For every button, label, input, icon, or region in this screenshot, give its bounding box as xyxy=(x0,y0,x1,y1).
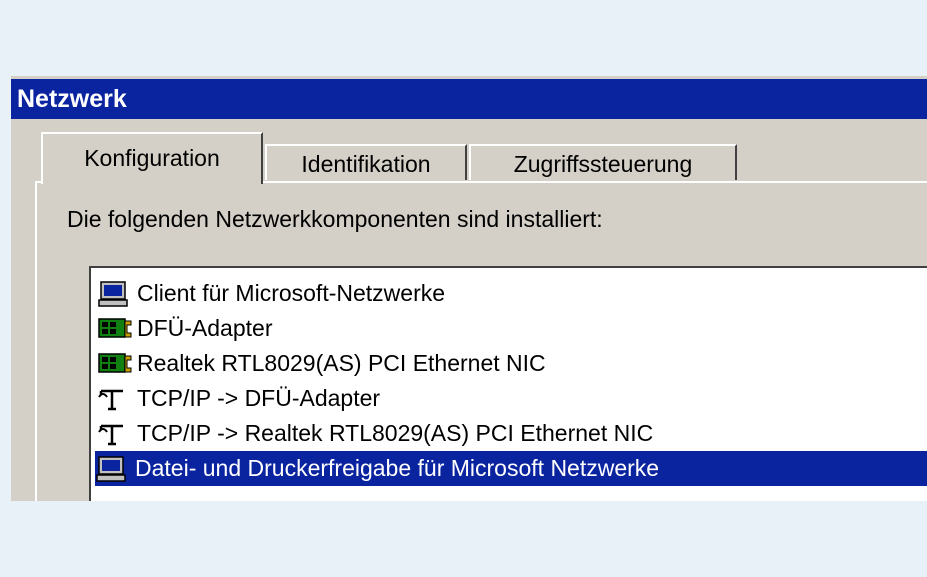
list-item-selected[interactable]: Datei- und Druckerfreigabe für Microsoft… xyxy=(95,451,927,486)
tab-konfiguration[interactable]: Konfiguration xyxy=(41,132,263,184)
tab-label: Zugriffssteuerung xyxy=(513,151,693,177)
tab-label: Konfiguration xyxy=(84,145,220,171)
list-item-label: TCP/IP -> Realtek RTL8029(AS) PCI Ethern… xyxy=(137,420,654,446)
file-printer-sharing-icon xyxy=(95,455,131,483)
components-listbox[interactable]: Client für Microsoft-Netzwerke DFÜ-Adapt… xyxy=(89,266,927,501)
list-item-label: Client für Microsoft-Netzwerke xyxy=(137,280,446,306)
window-title: Netzwerk xyxy=(17,85,127,113)
tab-zugriffssteuerung[interactable]: Zugriffssteuerung xyxy=(469,144,737,180)
list-item[interactable]: DFÜ-Adapter xyxy=(97,311,927,346)
protocol-icon xyxy=(97,420,133,448)
protocol-icon xyxy=(97,385,133,413)
network-client-icon xyxy=(97,280,133,308)
title-bar[interactable]: Netzwerk xyxy=(11,79,927,119)
list-item-label: Datei- und Druckerfreigabe für Microsoft… xyxy=(135,455,660,481)
list-item-label: TCP/IP -> DFÜ-Adapter xyxy=(137,385,381,411)
tab-identifikation[interactable]: Identifikation xyxy=(265,144,467,180)
tab-label: Identifikation xyxy=(301,151,431,177)
list-item-label: Realtek RTL8029(AS) PCI Ethernet NIC xyxy=(137,350,546,376)
list-item[interactable]: TCP/IP -> Realtek RTL8029(AS) PCI Ethern… xyxy=(97,416,927,451)
network-adapter-icon xyxy=(97,350,133,378)
list-item-label: DFÜ-Adapter xyxy=(137,315,273,341)
list-item[interactable]: Client für Microsoft-Netzwerke xyxy=(97,276,927,311)
network-dialog: Netzwerk Konfiguration Identifikation Zu… xyxy=(11,76,927,501)
components-label: Die folgenden Netzwerkkomponenten sind i… xyxy=(67,206,603,232)
network-adapter-icon xyxy=(97,315,133,343)
list-item[interactable]: TCP/IP -> DFÜ-Adapter xyxy=(97,381,927,416)
list-item[interactable]: Realtek RTL8029(AS) PCI Ethernet NIC xyxy=(97,346,927,381)
